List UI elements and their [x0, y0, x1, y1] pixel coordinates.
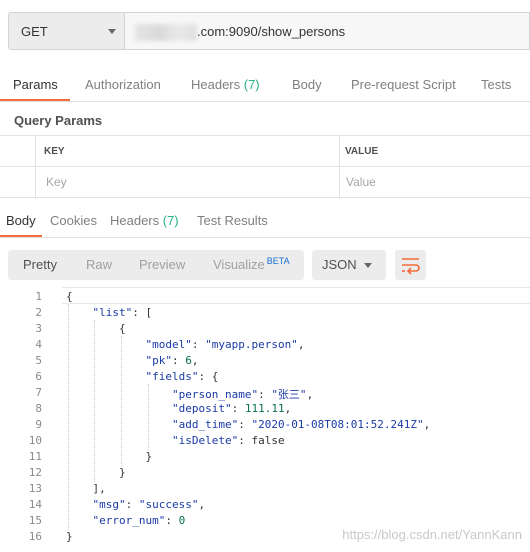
divider [0, 135, 530, 136]
format-select-value: JSON [322, 257, 357, 272]
tab-pre-request-script[interactable]: Pre-request Script [351, 77, 456, 92]
code-text: "person_name": "张三", [171, 388, 314, 401]
watermark-text: https://blog.csdn.net/YannKann [342, 527, 522, 542]
key-input[interactable]: Key [46, 175, 67, 189]
line-number: 8 [35, 402, 42, 415]
column-divider [339, 135, 340, 198]
divider [0, 237, 530, 238]
line-number: 5 [35, 354, 42, 367]
code-text: "isDelete": false [171, 434, 285, 447]
line-number: 13 [28, 482, 42, 495]
tab-cookies[interactable]: Cookies [50, 213, 97, 228]
line-number: 2 [35, 306, 42, 319]
view-mode-raw[interactable]: Raw [86, 250, 112, 280]
line-number: 3 [35, 322, 42, 335]
code-text: "list": [ [92, 306, 153, 319]
tab-test-results[interactable]: Test Results [197, 213, 268, 228]
tab-label: Params [13, 77, 58, 92]
line-number: 7 [35, 386, 42, 399]
view-mode-group: Pretty Raw Preview Visualize BETA [8, 250, 304, 280]
wrap-lines-button[interactable] [395, 250, 426, 280]
code-text: "error_num": 0 [92, 514, 186, 527]
tab-tests[interactable]: Tests [481, 77, 511, 92]
code-text: } [66, 466, 126, 479]
line-number: 1 [35, 290, 42, 303]
tab-response-body[interactable]: Body [6, 213, 36, 228]
tab-label: Pre-request Script [351, 77, 456, 92]
url-host-redacted [135, 24, 197, 41]
column-header-value: VALUE [345, 146, 379, 157]
tab-label: Body [292, 77, 322, 92]
line-number: 15 [28, 514, 42, 527]
code-text: { [66, 290, 73, 303]
value-input[interactable]: Value [346, 175, 376, 189]
tab-headers[interactable]: Headers (7) [191, 77, 260, 92]
line-number: 14 [28, 498, 42, 511]
current-line-highlight [62, 287, 530, 304]
tab-label: Headers [110, 213, 163, 228]
beta-badge: BETA [266, 256, 290, 266]
line-number: 12 [28, 466, 42, 479]
code-text: "deposit": 111.11, [171, 402, 292, 415]
line-number: 10 [28, 434, 42, 447]
tab-count-badge: (7) [162, 213, 179, 228]
code-text: "msg": "success", [92, 498, 206, 511]
tab-count-badge: (7) [243, 77, 260, 92]
line-number: 11 [28, 450, 42, 463]
line-number: 6 [35, 370, 42, 383]
url-text: .com:9090/show_persons [197, 24, 346, 39]
tab-params[interactable]: Params [13, 77, 58, 92]
tab-label: Headers [191, 77, 244, 92]
column-divider [35, 135, 36, 198]
view-mode-visualize[interactable]: Visualize BETA [213, 250, 290, 280]
code-text: } [66, 530, 73, 543]
response-body-viewer[interactable]: 1 {2 "list": [ 3 {4 "model": "myapp.person… [0, 287, 530, 552]
code-text: "model": "myapp.person", [145, 338, 305, 351]
code-text: "fields": { [145, 370, 219, 383]
code-text: } [66, 450, 153, 463]
code-text: "add_time": "2020-01-08T08:01:52.241Z", [171, 418, 431, 431]
tab-label: Authorization [85, 77, 161, 92]
wrap-lines-icon [402, 258, 420, 275]
tab-label: Test Results [197, 213, 268, 228]
chevron-down-icon [108, 29, 116, 34]
code-text: ], [66, 482, 106, 495]
chevron-down-icon [364, 263, 372, 268]
tab-label: Cookies [50, 213, 97, 228]
divider [0, 101, 530, 102]
method-label: GET [21, 24, 48, 39]
tab-authorization[interactable]: Authorization [85, 77, 161, 92]
tab-label: Tests [481, 77, 512, 92]
view-mode-preview[interactable]: Preview [139, 250, 185, 280]
line-number: 16 [28, 530, 42, 543]
view-mode-pretty[interactable]: Pretty [23, 250, 57, 280]
query-params-table: KEY VALUE Key Value [0, 135, 530, 198]
tab-response-headers[interactable]: Headers (7) [110, 213, 179, 228]
method-select[interactable]: GET [8, 12, 125, 50]
line-number: 9 [35, 418, 42, 431]
tab-body[interactable]: Body [292, 77, 322, 92]
format-select[interactable]: JSON [312, 250, 386, 280]
visualize-label: Visualize [213, 257, 265, 272]
query-params-title: Query Params [14, 113, 103, 128]
code-text: "pk": 6, [145, 354, 199, 367]
request-bar: GET .com:9090/show_persons [8, 12, 530, 50]
url-input[interactable]: .com:9090/show_persons [125, 12, 530, 50]
divider [0, 197, 530, 198]
line-number: 4 [35, 338, 42, 351]
tab-label: Body [6, 213, 36, 228]
column-header-key: KEY [44, 146, 65, 157]
divider [0, 166, 530, 167]
code-text: { [66, 322, 126, 335]
